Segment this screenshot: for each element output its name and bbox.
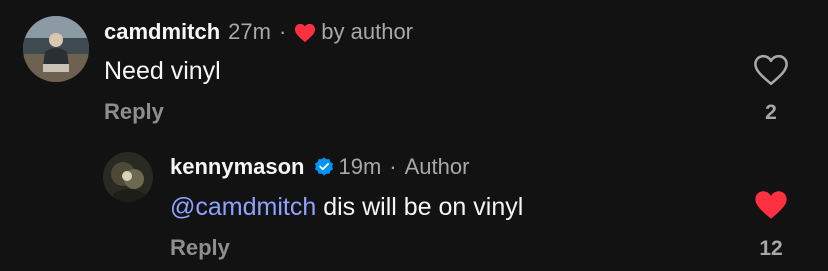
verified-badge-icon (313, 156, 335, 178)
comment-body: Need vinyl (104, 57, 221, 85)
comment-header: camdmitch 27m · by author (104, 18, 413, 46)
avatar-image (103, 152, 153, 202)
like-button[interactable] (753, 53, 789, 87)
like-count: 2 (765, 101, 777, 124)
avatar[interactable] (23, 16, 89, 82)
heart-outline-icon (754, 54, 788, 86)
separator-dot: · (389, 154, 397, 179)
reply-button[interactable]: Reply (104, 99, 164, 125)
comment-text: @camdmitch dis will be on vinyl (170, 191, 523, 223)
liked-by-author-label: by author (321, 19, 414, 44)
comment-text: Need vinyl (104, 55, 221, 87)
timestamp: 19m (338, 154, 382, 179)
avatar-image (23, 16, 89, 82)
like-count: 12 (759, 237, 783, 260)
mention-link[interactable]: @camdmitch (170, 193, 316, 221)
heart-icon (294, 22, 316, 43)
reply-comment: kennymason 19m · Author @camdmitch dis w… (0, 136, 828, 271)
username[interactable]: kennymason (170, 153, 305, 181)
like-button[interactable] (753, 188, 789, 222)
timestamp: 27m (228, 19, 271, 44)
avatar[interactable] (103, 152, 153, 202)
heart-filled-icon (755, 191, 787, 219)
username[interactable]: camdmitch (104, 18, 220, 46)
comment-body: dis will be on vinyl (316, 193, 524, 221)
separator-dot: · (278, 19, 287, 44)
author-label: Author (404, 154, 470, 179)
comment: camdmitch 27m · by author Need vinyl Rep… (0, 0, 828, 136)
reply-button[interactable]: Reply (170, 235, 230, 261)
comment-header: kennymason 19m · Author (170, 153, 469, 181)
